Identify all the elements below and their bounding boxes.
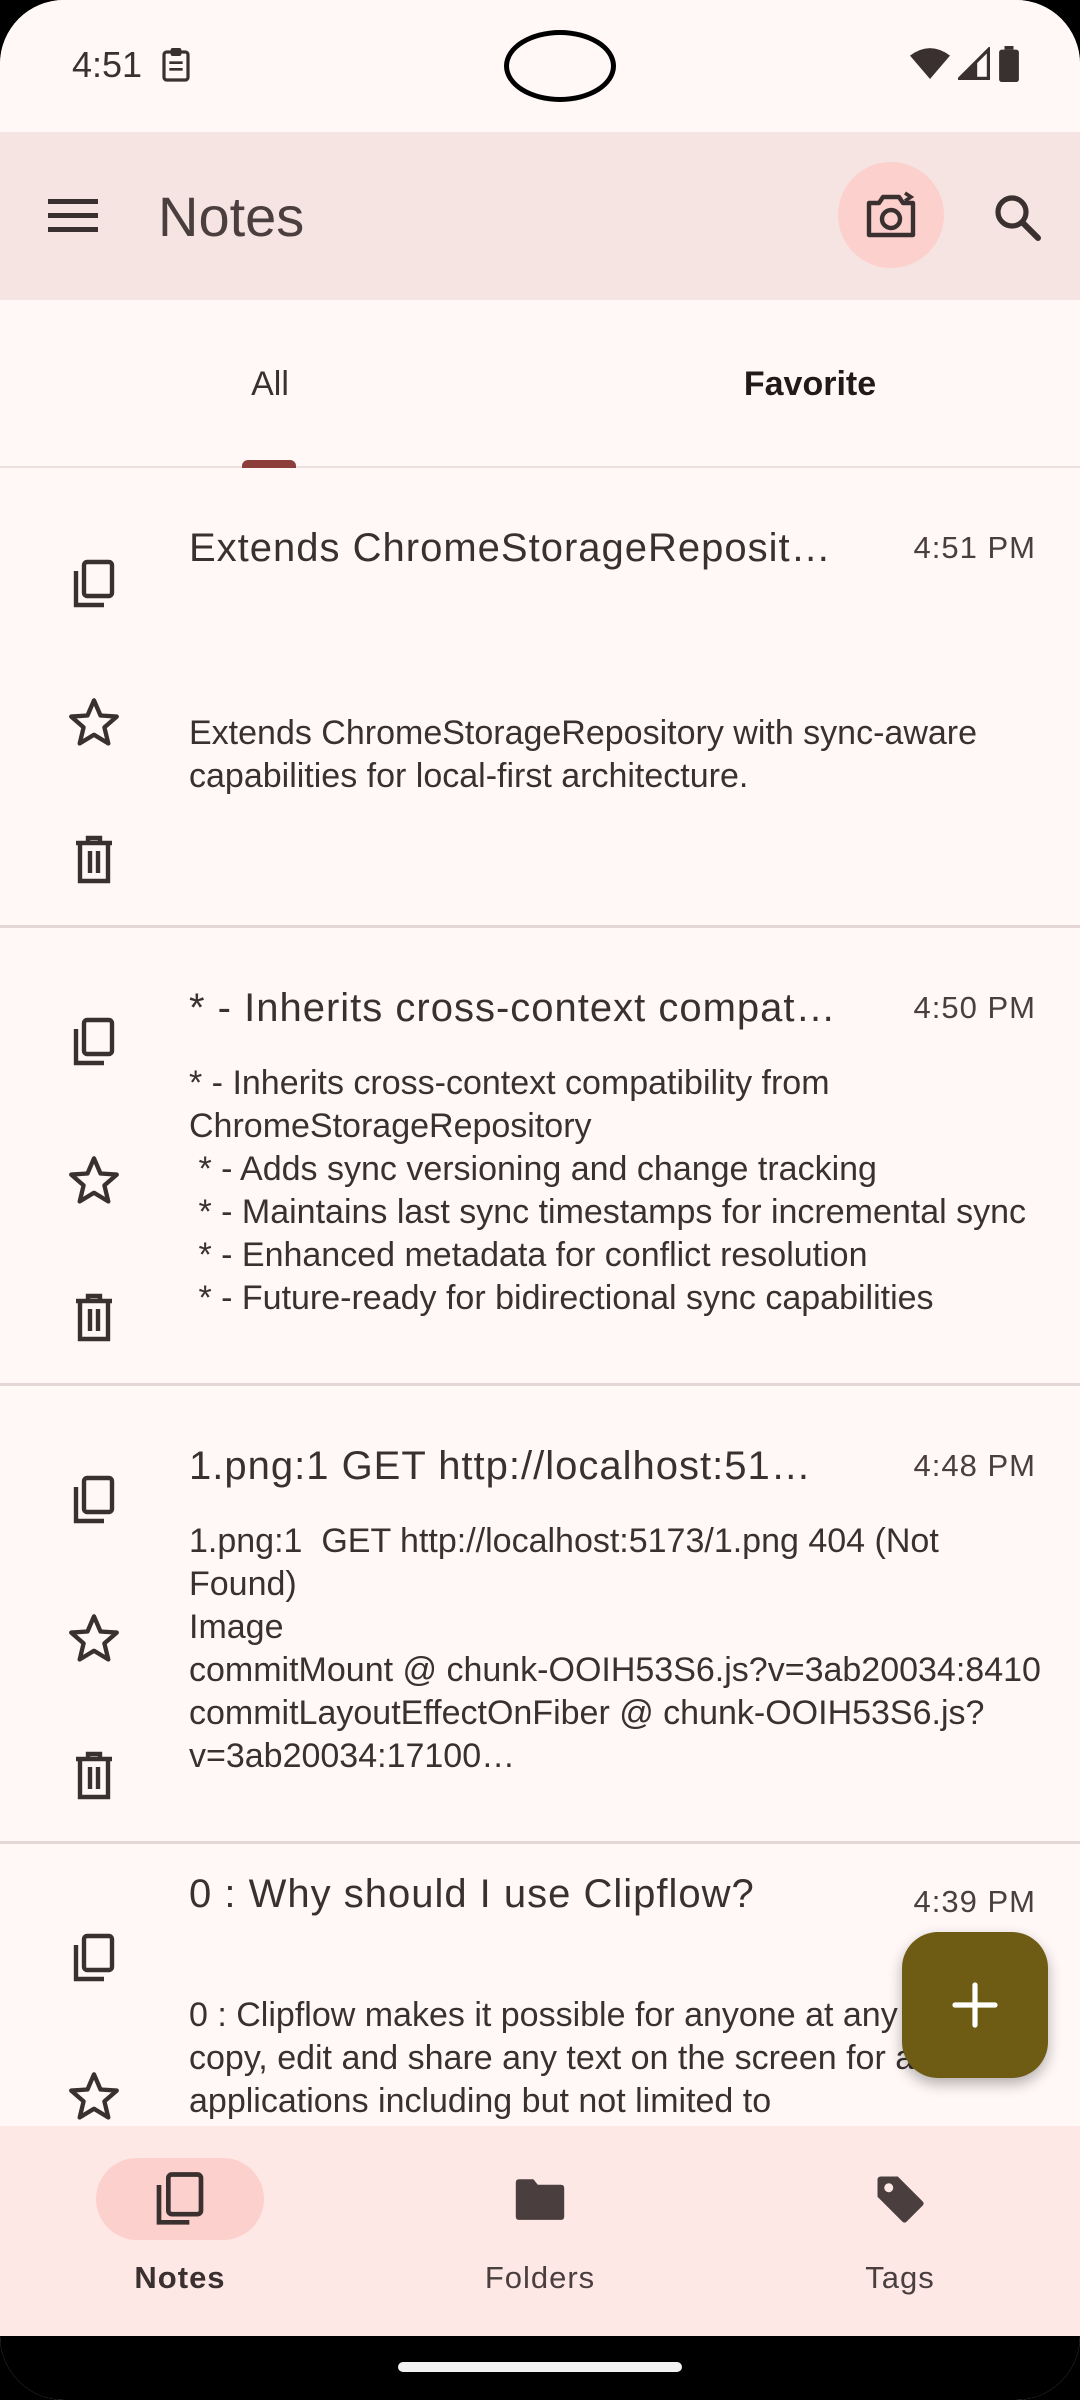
copy-button[interactable] <box>64 1928 124 1988</box>
tab-bar: All Favorite <box>0 300 1080 468</box>
copy-icon <box>73 1475 115 1524</box>
tab-indicator <box>242 460 296 468</box>
nav-label: Tags <box>865 2260 935 2295</box>
note-timestamp: 4:39 PM <box>913 1884 1036 1919</box>
camera-cutout <box>504 30 616 102</box>
copy-icon <box>73 559 115 608</box>
note-preview: Extends ChromeStorageRepository with syn… <box>189 714 987 795</box>
page-title: Notes <box>158 185 305 248</box>
top-app-bar: Notes <box>0 132 1080 300</box>
wifi-icon <box>910 48 950 79</box>
plus-icon <box>952 1982 998 2028</box>
nav-folders[interactable]: Folders <box>360 2126 720 2336</box>
tab-favorite[interactable]: Favorite <box>540 300 1080 468</box>
bottom-navigation: Notes Folders Tags <box>0 2126 1080 2336</box>
favorite-button[interactable] <box>64 1150 124 1210</box>
trash-icon <box>76 835 112 884</box>
delete-button[interactable] <box>64 830 124 890</box>
camera-capture-button[interactable] <box>838 162 944 268</box>
search-icon <box>995 195 1041 241</box>
tab-all[interactable]: All <box>0 300 540 468</box>
trash-icon <box>76 1293 112 1342</box>
add-note-button[interactable] <box>902 1932 1048 2078</box>
hamburger-menu-icon <box>48 199 98 232</box>
note-title: * - Inherits cross-context compat… <box>189 986 837 1030</box>
battery-icon <box>999 46 1019 82</box>
clipboard-status-icon <box>162 48 190 82</box>
note-title: Extends ChromeStorageReposit… <box>189 526 832 570</box>
signal-icon <box>958 47 990 80</box>
note-title: 0 : Why should I use Clipflow? <box>189 1872 755 1916</box>
note-card[interactable]: * - Inherits cross-context compat… 4:50 … <box>0 928 1080 1386</box>
favorite-button[interactable] <box>64 692 124 752</box>
status-bar: 4:51 <box>0 0 1080 132</box>
note-timestamp: 4:48 PM <box>913 1448 1036 1483</box>
star-icon <box>69 1614 119 1662</box>
nav-tags[interactable]: Tags <box>720 2126 1080 2336</box>
system-icons <box>910 46 1020 82</box>
note-timestamp: 4:51 PM <box>913 530 1036 565</box>
status-time: 4:51 <box>72 44 143 85</box>
note-title: 1.png:1 GET http://localhost:51… <box>189 1444 812 1488</box>
nav-tags-indicator <box>816 2158 984 2240</box>
nav-label: Folders <box>484 2260 596 2295</box>
notes-list[interactable]: Extends ChromeStorageReposit… 4:51 PM Ex… <box>0 470 1080 2126</box>
copy-icon <box>73 1017 115 1066</box>
nav-folders-indicator <box>456 2158 624 2240</box>
menu-button[interactable] <box>40 182 106 248</box>
note-card[interactable]: Extends ChromeStorageReposit… 4:51 PM Ex… <box>0 470 1080 928</box>
delete-button[interactable] <box>64 1746 124 1806</box>
star-icon <box>69 698 119 746</box>
nav-notes[interactable]: Notes <box>0 2126 360 2336</box>
favorite-button[interactable] <box>64 1608 124 1668</box>
camera-switch-icon <box>866 191 916 238</box>
favorite-button[interactable] <box>64 2066 124 2126</box>
search-button[interactable] <box>982 182 1052 252</box>
nav-notes-indicator <box>96 2158 264 2240</box>
home-gesture-bar[interactable] <box>398 2362 682 2372</box>
note-card[interactable]: 1.png:1 GET http://localhost:51… 4:48 PM… <box>0 1386 1080 1844</box>
tag-icon <box>877 2176 924 2223</box>
delete-button[interactable] <box>64 1288 124 1348</box>
copy-icon <box>73 1933 115 1982</box>
note-preview: 1.png:1 GET http://localhost:5173/1.png … <box>189 1522 1041 1775</box>
trash-icon <box>76 1751 112 1800</box>
copy-button[interactable] <box>64 1470 124 1530</box>
phone-screen: 4:51 Notes All Favorite Extends ChromeSt… <box>0 0 1080 2400</box>
note-timestamp: 4:50 PM <box>913 990 1036 1025</box>
copy-button[interactable] <box>64 554 124 614</box>
copy-button[interactable] <box>64 1012 124 1072</box>
notes-icon <box>156 2172 204 2225</box>
folder-icon <box>515 2179 565 2220</box>
note-preview: * - Inherits cross-context compatibility… <box>189 1064 1027 1317</box>
star-icon <box>69 1156 119 1204</box>
star-icon <box>69 2072 119 2120</box>
nav-label: Notes <box>134 2260 226 2295</box>
